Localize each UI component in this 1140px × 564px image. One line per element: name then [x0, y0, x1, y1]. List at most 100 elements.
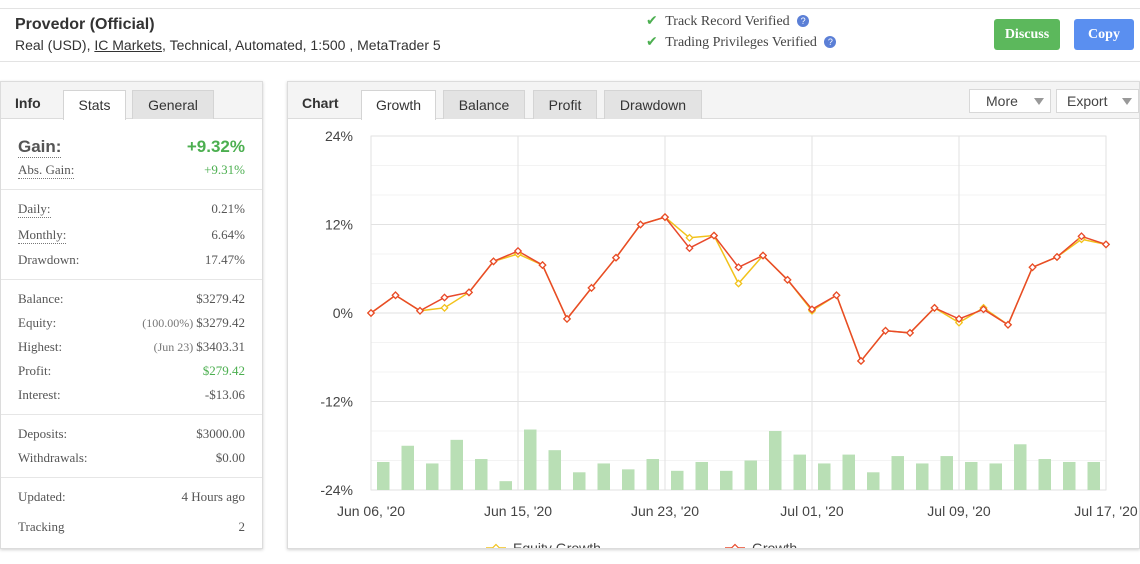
divider — [1, 477, 262, 478]
volume-bar — [793, 454, 806, 490]
chevron-down-icon — [1122, 98, 1132, 105]
chevron-down-icon — [1034, 98, 1044, 105]
growth-chart: 24% 12% 0% -12% -24% Jun 06, '20 Jun 15, '20 Ju… — [320, 128, 1138, 548]
copy-button[interactable]: Copy — [1074, 19, 1134, 50]
volume-bar — [622, 469, 635, 490]
tab-general[interactable]: General — [132, 90, 214, 119]
tab-drawdown[interactable]: Drawdown — [604, 90, 702, 119]
volume-bar — [965, 461, 978, 490]
volume-bar — [1038, 459, 1051, 490]
equity-value-group: (100.00%) $3279.42 — [142, 315, 245, 331]
divider — [1, 279, 262, 280]
volume-bar — [842, 454, 855, 490]
volume-bar — [891, 456, 904, 490]
tracking-value: 2 — [238, 519, 246, 534]
volume-bar — [769, 431, 782, 490]
legend-marker — [730, 543, 740, 548]
volume-bar — [671, 470, 684, 490]
volume-bar — [916, 463, 929, 490]
chart-panel-header: Chart Growth Balance Profit Drawdown Mor… — [288, 82, 1139, 120]
tab-profit[interactable]: Profit — [533, 90, 597, 119]
x-tick-label: Jun 06, '20 — [337, 503, 405, 519]
system-details: , Technical, Automated, 1:500 , MetaTrad… — [162, 37, 441, 53]
gain-label[interactable]: Gain: — [18, 137, 62, 158]
volume-bar — [720, 470, 733, 490]
equity-row: Equity: (100.00%) $3279.42 — [18, 315, 245, 333]
more-label: More — [986, 93, 1018, 109]
volume-bar — [401, 445, 414, 490]
info-panel-header: Info Stats General — [1, 82, 262, 120]
divider — [1, 189, 262, 190]
volume-bar — [597, 463, 610, 490]
trading-privileges-label: Trading Privileges Verified — [665, 35, 817, 50]
chart-panel: Chart Growth Balance Profit Drawdown Mor… — [287, 81, 1140, 549]
volume-bar — [695, 461, 708, 490]
x-tick-label: Jul 09, '20 — [927, 503, 991, 519]
volume-bar — [867, 472, 880, 490]
trading-privileges-verified: ✔ Trading Privileges Verified ? — [646, 34, 837, 51]
volume-bar — [475, 459, 488, 490]
highest-value: $3403.31 — [196, 339, 245, 354]
broker-link[interactable]: IC Markets — [94, 37, 162, 53]
drawdown-row: Drawdown: 17.47% — [18, 252, 245, 270]
tab-balance[interactable]: Balance — [443, 90, 525, 119]
volume-bar — [989, 463, 1002, 490]
divider — [1, 414, 262, 415]
gain-row: Gain: +9.32% — [18, 137, 245, 159]
legend-label: Growth — [752, 540, 797, 548]
y-tick-label: 0% — [333, 305, 353, 321]
profit-value: $279.42 — [202, 363, 245, 378]
x-tick-label: Jul 01, '20 — [780, 503, 844, 519]
volume-bar — [1063, 461, 1076, 490]
monthly-value: 6.64% — [211, 227, 245, 242]
system-header: Provedor (Official) Real (USD), IC Marke… — [0, 8, 1140, 62]
y-tick-label: -24% — [320, 482, 353, 498]
withdrawals-value: $0.00 — [215, 450, 245, 465]
x-tick-label: Jun 15, '20 — [484, 503, 552, 519]
abs-gain-label[interactable]: Abs. Gain: — [18, 162, 75, 179]
volume-bar — [450, 439, 463, 490]
volume-bar — [1014, 444, 1027, 490]
drawdown-label: Drawdown: — [18, 252, 80, 267]
tracking-label: Tracking — [18, 519, 65, 534]
profit-label: Profit: — [18, 363, 52, 378]
tab-stats[interactable]: Stats — [63, 90, 126, 120]
withdrawals-label: Withdrawals: — [18, 450, 88, 465]
deposits-row: Deposits: $3000.00 — [18, 426, 245, 444]
monthly-row: Monthly: 6.64% — [18, 227, 245, 245]
equity-label: Equity: — [18, 315, 57, 330]
balance-row: Balance: $3279.42 — [18, 291, 245, 309]
daily-value: 0.21% — [211, 201, 245, 216]
track-record-verified: ✔ Track Record Verified ? — [646, 13, 810, 30]
daily-row: Daily: 0.21% — [18, 201, 245, 219]
profit-row: Profit: $279.42 — [18, 363, 245, 381]
y-tick-label: 12% — [325, 217, 353, 233]
check-icon: ✔ — [646, 34, 658, 50]
deposits-label: Deposits: — [18, 426, 68, 441]
help-icon[interactable]: ? — [824, 36, 837, 48]
discuss-button[interactable]: Discuss — [994, 19, 1060, 50]
account-type: Real (USD), — [15, 37, 95, 53]
deposits-value: $3000.00 — [196, 426, 245, 441]
abs-gain-row: Abs. Gain: +9.31% — [18, 162, 245, 180]
help-icon[interactable]: ? — [797, 15, 810, 27]
volume-bar — [377, 461, 390, 490]
equity-percent: (100.00%) — [142, 316, 194, 330]
more-dropdown[interactable]: More — [969, 89, 1051, 113]
volume-bar — [426, 463, 439, 490]
export-dropdown[interactable]: Export — [1056, 89, 1139, 113]
chart-panel-title: Chart — [302, 95, 339, 111]
system-meta: Real (USD), IC Markets, Technical, Autom… — [15, 37, 441, 53]
highest-label: Highest: — [18, 339, 63, 354]
balance-value: $3279.42 — [196, 291, 245, 306]
equity-value: $3279.42 — [196, 315, 245, 330]
monthly-label[interactable]: Monthly: — [18, 227, 67, 244]
x-tick-label: Jul 17, '20 — [1074, 503, 1138, 519]
abs-gain-value: +9.31% — [204, 162, 245, 177]
y-tick-label: -12% — [320, 394, 353, 410]
info-panel-title: Info — [15, 95, 41, 111]
daily-label[interactable]: Daily: — [18, 201, 51, 218]
volume-bar — [744, 460, 757, 490]
tracking-row: Tracking 2 — [18, 519, 245, 537]
tab-growth[interactable]: Growth — [361, 90, 436, 120]
